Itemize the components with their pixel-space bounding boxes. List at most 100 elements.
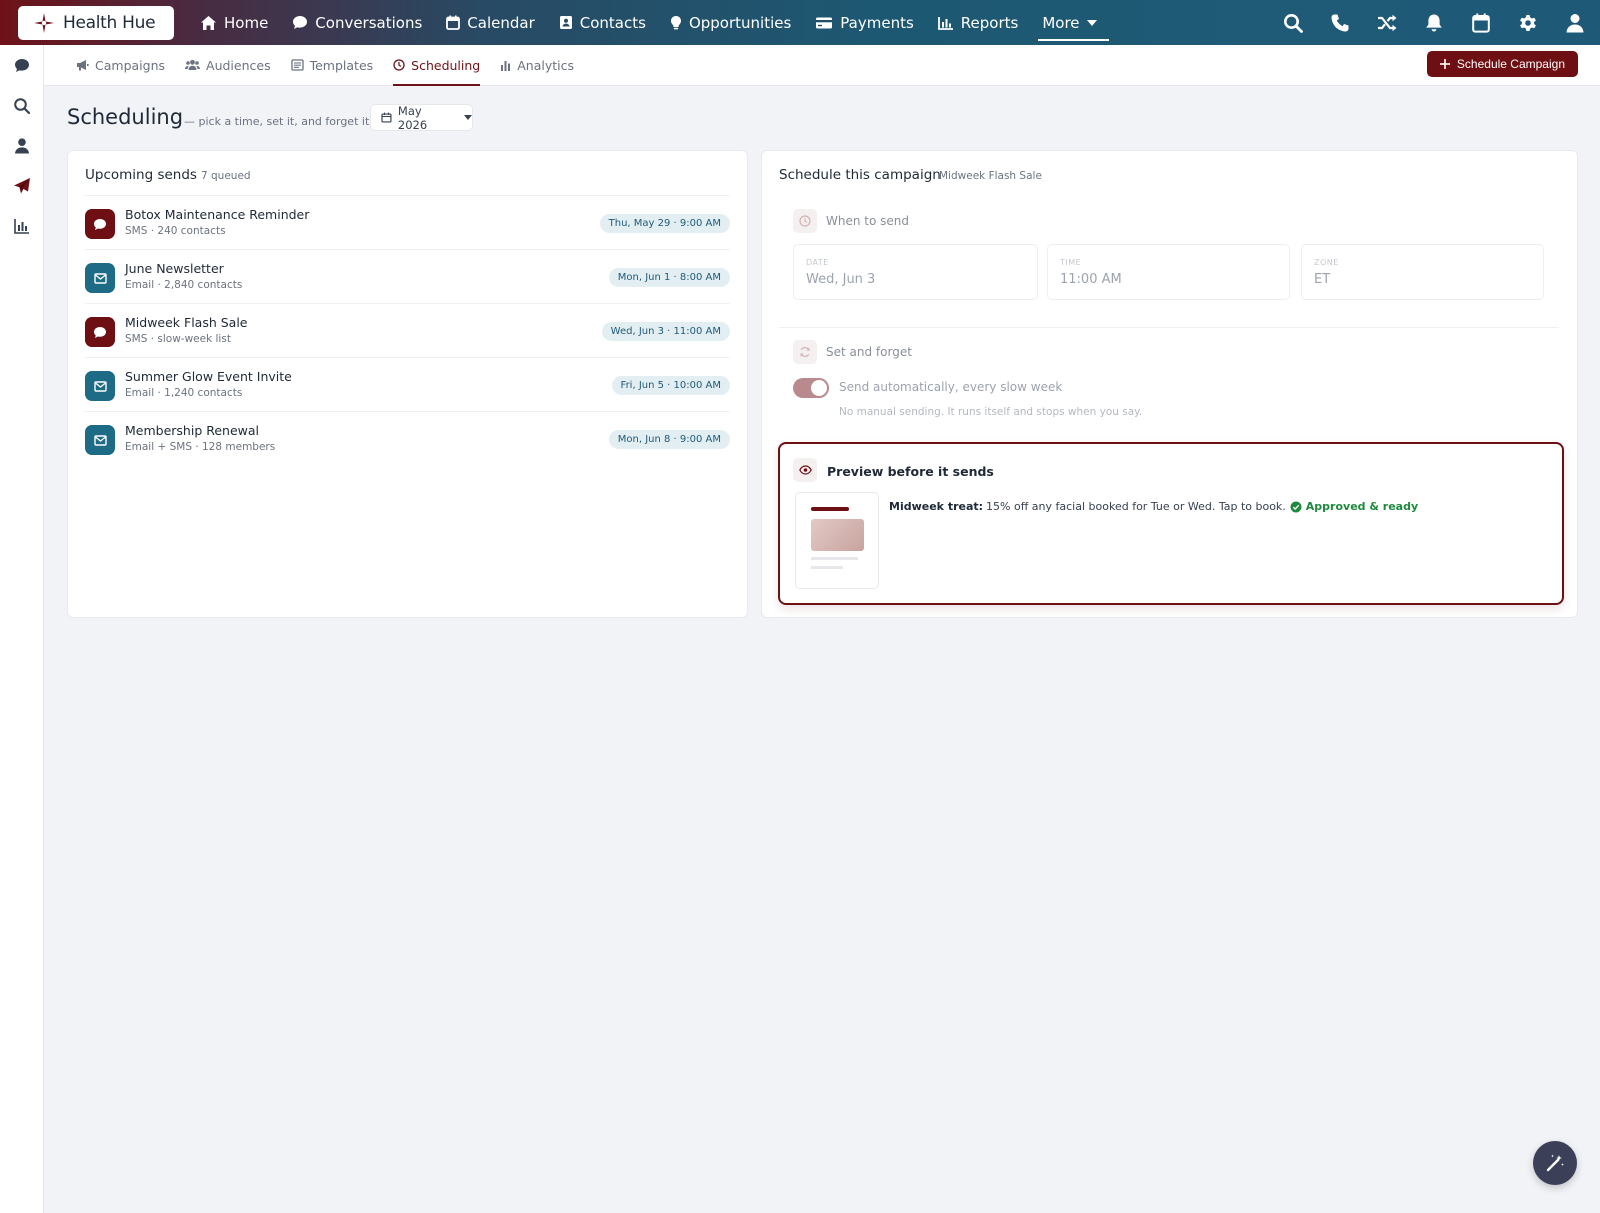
user-icon (15, 138, 29, 154)
home-icon (201, 15, 216, 30)
date-field-label: DATE (806, 258, 829, 267)
brand-mark-icon (34, 12, 54, 33)
email-channel-badge (85, 425, 115, 455)
phone-button[interactable] (1329, 12, 1351, 34)
email-channel-badge (85, 371, 115, 401)
thumbnail-line (811, 557, 858, 560)
nav-payments-label: Payments (840, 13, 914, 32)
rail-search[interactable] (13, 97, 31, 115)
global-search-button[interactable] (1282, 12, 1304, 34)
rail-reports[interactable] (13, 217, 31, 235)
lightbulb-icon (670, 15, 681, 29)
calendar-button[interactable] (1470, 12, 1492, 34)
nav-conversations-label: Conversations (315, 13, 423, 32)
sms-channel-badge (85, 209, 115, 239)
list-item[interactable]: Botox Maintenance Reminder SMS · 240 con… (85, 195, 730, 249)
sub-nav: Campaigns Audiences Templates Scheduling… (44, 45, 1600, 86)
list-item[interactable]: Summer Glow Event Invite Email · 1,240 c… (85, 357, 730, 411)
schedule-campaign-button[interactable]: Schedule Campaign (1426, 51, 1578, 77)
nav-payments[interactable]: Payments (803, 0, 925, 45)
tab-audiences[interactable]: Audiences (175, 45, 281, 86)
gear-icon (1520, 14, 1536, 31)
contact-card-icon (559, 16, 572, 29)
settings-button[interactable] (1517, 12, 1539, 34)
preview-title: Preview before it sends (827, 464, 994, 479)
tab-scheduling-label: Scheduling (411, 57, 481, 73)
nav-reports[interactable]: Reports (926, 0, 1031, 45)
thumbnail-line (811, 566, 843, 569)
left-rail (0, 45, 44, 1213)
brand-name: Health Hue (63, 12, 156, 33)
thumbnail-image (811, 519, 864, 551)
send-meta: Email + SMS · 128 members (125, 441, 276, 453)
tab-templates[interactable]: Templates (281, 45, 384, 86)
list-item[interactable]: Midweek Flash Sale SMS · slow-week list … (85, 303, 730, 357)
template-icon (290, 59, 304, 71)
shuffle-button[interactable] (1376, 12, 1398, 34)
toggle-knob (811, 380, 827, 396)
tab-campaigns[interactable]: Campaigns (66, 45, 175, 86)
send-time-badge: Mon, Jun 1 · 8:00 AM (608, 268, 730, 287)
zone-field[interactable]: ZONE ET (1301, 244, 1544, 300)
campaign-name-tag: Midweek Flash Sale (939, 170, 1042, 182)
send-time-badge: Thu, May 29 · 9:00 AM (599, 214, 730, 233)
nav-more[interactable]: More (1030, 0, 1109, 45)
magic-wand-fab[interactable] (1533, 1141, 1577, 1185)
users-icon (185, 59, 201, 70)
megaphone-icon (77, 60, 89, 71)
brand-logo[interactable]: Health Hue (18, 5, 174, 40)
time-field[interactable]: TIME 11:00 AM (1047, 244, 1290, 300)
page-title: Scheduling (67, 105, 184, 129)
plus-icon (1439, 59, 1450, 69)
chat-bubble-icon (15, 59, 29, 72)
schedule-campaign-label: Schedule Campaign (1456, 57, 1565, 71)
email-channel-badge (85, 263, 115, 293)
notifications-button[interactable] (1423, 12, 1445, 34)
search-icon (1284, 13, 1303, 33)
upcoming-sends-title: Upcoming sends (85, 167, 197, 183)
tab-scheduling[interactable]: Scheduling (383, 45, 490, 86)
user-icon (1566, 13, 1584, 32)
set-forget-section-badge (793, 340, 817, 364)
shuffle-icon (1378, 14, 1397, 31)
rail-contacts[interactable] (13, 137, 31, 155)
when-section-badge (793, 209, 817, 233)
schedule-card-title: Schedule this campaign (779, 167, 941, 183)
profile-button[interactable] (1564, 12, 1586, 34)
date-field-value: Wed, Jun 3 (806, 272, 876, 287)
preview-panel: Preview before it sends Midweek treat: 1… (778, 442, 1564, 605)
top-nav: Health Hue Home Conversations Calendar C… (0, 0, 1600, 45)
nav-contacts[interactable]: Contacts (547, 0, 658, 45)
send-time-badge: Mon, Jun 8 · 9:00 AM (608, 430, 730, 449)
bell-icon (1426, 14, 1442, 31)
nav-home[interactable]: Home (188, 0, 280, 45)
envelope-icon (93, 434, 107, 446)
message-thumbnail[interactable] (795, 492, 879, 589)
list-item[interactable]: Membership Renewal Email + SMS · 128 mem… (85, 411, 730, 465)
month-picker-label: May 2026 (397, 103, 428, 132)
rail-campaigns[interactable] (13, 177, 31, 195)
tab-audiences-label: Audiences (206, 57, 271, 73)
nav-opportunities[interactable]: Opportunities (658, 0, 803, 45)
date-field[interactable]: DATE Wed, Jun 3 (793, 244, 1038, 300)
tab-campaigns-label: Campaigns (95, 57, 166, 73)
section-divider (779, 327, 1559, 328)
list-item[interactable]: June Newsletter Email · 2,840 contacts M… (85, 249, 730, 303)
nav-calendar[interactable]: Calendar (434, 0, 546, 45)
calendar-icon (381, 112, 392, 123)
nav-conversations[interactable]: Conversations (280, 0, 434, 45)
month-picker[interactable]: May 2026 (370, 103, 473, 132)
eye-icon (798, 465, 812, 475)
page-subtitle: — pick a time, set it, and forget it (184, 115, 370, 128)
auto-send-toggle[interactable] (793, 378, 829, 398)
tab-templates-label: Templates (309, 57, 374, 73)
chat-bubble-icon (293, 16, 308, 29)
rail-conversations[interactable] (13, 57, 31, 75)
tab-analytics-label: Analytics (517, 57, 575, 73)
tab-analytics[interactable]: Analytics (490, 45, 584, 86)
clock-icon (393, 59, 405, 71)
send-name: Midweek Flash Sale (125, 315, 248, 330)
caret-down-icon (464, 115, 472, 120)
caret-down-icon (1086, 19, 1097, 26)
send-meta: Email · 2,840 contacts (125, 279, 243, 291)
